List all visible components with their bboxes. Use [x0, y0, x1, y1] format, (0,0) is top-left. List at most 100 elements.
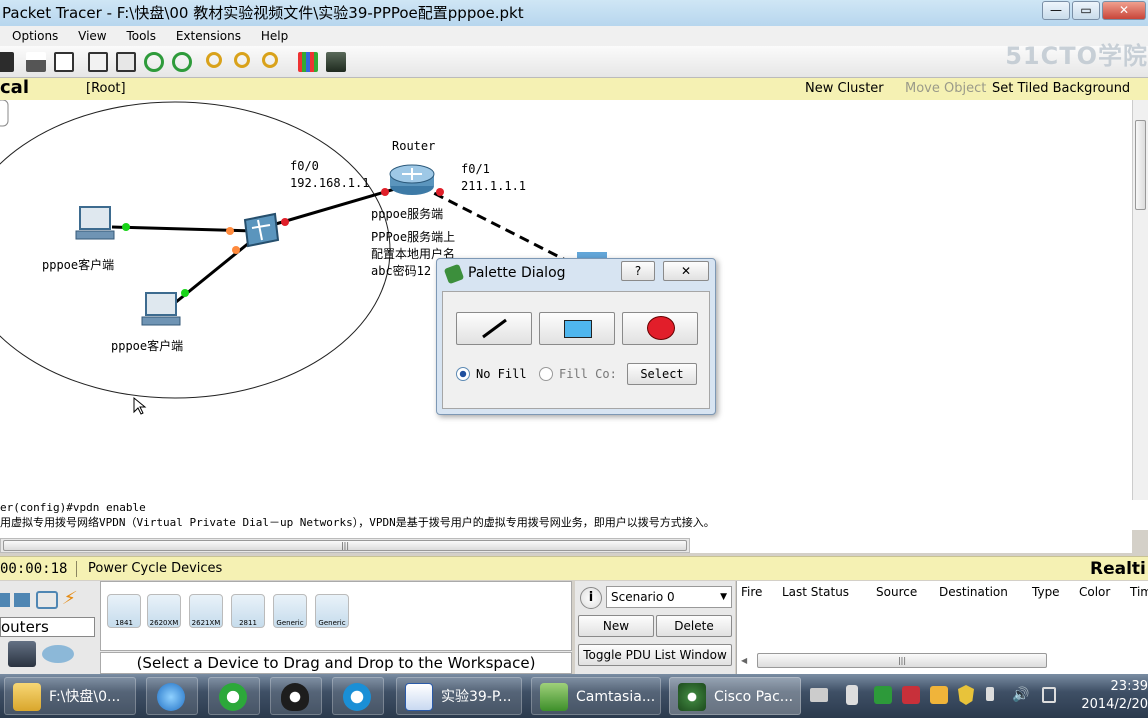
task-packet-tracer[interactable]: Cisco Pac... — [669, 677, 801, 715]
delete-scenario-button[interactable]: Delete — [656, 615, 732, 637]
volume-icon[interactable]: 🔊 — [1012, 687, 1030, 703]
device-model-generic-2[interactable]: Generic — [315, 594, 349, 628]
drawn-ellipse[interactable] — [0, 101, 391, 399]
task-app-5[interactable] — [332, 677, 384, 715]
router-category-icon[interactable] — [0, 593, 10, 607]
scroll-left-icon[interactable]: ◀ — [741, 653, 753, 668]
no-fill-radio[interactable] — [456, 367, 470, 381]
pc2-label: pppoe客户端 — [111, 339, 184, 353]
scenario-select[interactable]: Scenario 0 ▼ — [606, 586, 732, 608]
wireless-category-icon[interactable] — [36, 591, 58, 609]
menu-extensions[interactable]: Extensions — [176, 29, 241, 43]
red-tray-icon[interactable] — [902, 686, 920, 704]
window-title: Packet Tracer - F:\快盘\00 教材实验视频文件\实验39-P… — [2, 4, 524, 22]
edit-icon[interactable] — [54, 52, 74, 72]
workspace-mode[interactable]: cal — [0, 78, 29, 98]
shield-icon[interactable] — [958, 685, 974, 705]
column-last-status[interactable]: Last Status — [782, 581, 849, 603]
switch-icon[interactable] — [243, 212, 280, 248]
column-source[interactable]: Source — [876, 581, 917, 603]
connections-category-icon[interactable]: ⚡ — [60, 588, 87, 609]
console-command-line: er(config)#vpdn enable — [0, 501, 146, 514]
copy-icon[interactable] — [88, 52, 108, 72]
menu-tools[interactable]: Tools — [126, 29, 156, 43]
device-model-1841[interactable]: 1841 — [107, 594, 141, 628]
select-color-button[interactable]: Select — [627, 363, 697, 385]
flag-icon[interactable] — [986, 687, 994, 701]
column-color[interactable]: Color — [1079, 581, 1110, 603]
minimize-button[interactable]: — — [1042, 1, 1070, 20]
scenario-info-icon[interactable]: i — [580, 587, 602, 609]
paste-icon[interactable] — [116, 52, 136, 72]
column-time[interactable]: Tim — [1130, 581, 1148, 603]
battery-icon[interactable] — [1042, 687, 1056, 703]
zoom-out-icon[interactable] — [262, 52, 278, 68]
power-cycle-devices-button[interactable]: Power Cycle Devices — [88, 557, 222, 581]
palette-icon[interactable] — [298, 52, 318, 72]
undo-icon[interactable] — [144, 52, 164, 72]
realtime-mode-tab[interactable]: Realti — [1090, 557, 1146, 581]
switch-category-icon[interactable] — [14, 593, 30, 607]
vertical-scroll-thumb[interactable] — [1135, 120, 1146, 210]
pdu-scenario-panel: i Scenario 0 ▼ New Delete Toggle PDU Lis… — [575, 581, 735, 674]
task-app-2[interactable] — [146, 677, 198, 715]
usb-icon[interactable] — [846, 685, 858, 705]
scenario-value: Scenario 0 — [611, 590, 675, 604]
pc1-icon[interactable] — [75, 206, 115, 240]
event-table-scrollbar[interactable]: ||| — [757, 653, 1047, 668]
wan-emulation-category-icon[interactable] — [42, 645, 74, 663]
router-icon[interactable] — [389, 164, 435, 195]
draw-ellipse-button[interactable] — [622, 312, 698, 345]
task-explorer[interactable]: F:\快盘\0... — [4, 677, 136, 715]
router-f01-ip: 211.1.1.1 — [461, 179, 527, 193]
toggle-pdu-list-button[interactable]: Toggle PDU List Window — [578, 644, 732, 666]
maximize-button[interactable]: ▭ — [1072, 1, 1100, 20]
zoom-reset-icon[interactable] — [234, 52, 250, 68]
column-destination[interactable]: Destination — [939, 581, 1008, 603]
workspace-vertical-scrollbar[interactable] — [1132, 100, 1148, 530]
close-button[interactable]: ✕ — [1102, 1, 1146, 20]
camtasia-icon — [540, 683, 568, 711]
print-icon[interactable] — [26, 52, 46, 72]
keyboard-icon[interactable] — [810, 688, 828, 702]
horizontal-scroll-thumb[interactable]: ||| — [3, 540, 687, 551]
menu-help[interactable]: Help — [261, 29, 288, 43]
menu-options[interactable]: Options — [12, 29, 58, 43]
column-type[interactable]: Type — [1032, 581, 1060, 603]
task-camtasia[interactable]: Camtasia... — [531, 677, 661, 715]
task-qq[interactable] — [270, 677, 322, 715]
folder-icon — [13, 683, 41, 711]
hscroll-filler — [690, 538, 1132, 553]
task-browser[interactable] — [208, 677, 260, 715]
workspace-bar: cal [Root] New Cluster Move Object Set T… — [0, 78, 1148, 100]
menu-view[interactable]: View — [78, 29, 106, 43]
orange-tray-icon[interactable] — [930, 686, 948, 704]
green-tray-icon[interactable] — [874, 686, 892, 704]
palette-help-button[interactable]: ? — [621, 261, 655, 281]
custom-device-icon[interactable] — [326, 52, 346, 72]
zoom-in-icon[interactable] — [206, 52, 222, 68]
column-fire[interactable]: Fire — [741, 581, 762, 603]
set-tiled-background-button[interactable]: Set Tiled Background — [992, 78, 1130, 100]
new-scenario-button[interactable]: New — [578, 615, 654, 637]
palette-close-button[interactable]: ✕ — [663, 261, 709, 281]
device-model-2620xm[interactable]: 2620XM — [147, 594, 181, 628]
root-breadcrumb[interactable]: [Root] — [86, 78, 126, 100]
save-icon[interactable] — [0, 52, 14, 72]
fill-color-label: Fill Co: — [559, 367, 617, 381]
move-object-button[interactable]: Move Object — [905, 78, 986, 100]
device-model-2621xm[interactable]: 2621XM — [189, 594, 223, 628]
taskbar-clock[interactable]: 23:39 2014/2/20 — [1072, 678, 1148, 714]
device-model-2811[interactable]: 2811 — [231, 594, 265, 628]
pc2-icon[interactable] — [141, 292, 181, 326]
horizontal-scrollbar[interactable]: ||| — [0, 538, 690, 553]
fill-color-radio[interactable] — [539, 367, 553, 381]
new-cluster-button[interactable]: New Cluster — [805, 78, 884, 100]
end-devices-category-icon[interactable] — [8, 641, 36, 667]
draw-line-button[interactable] — [456, 312, 532, 345]
device-model-generic-1[interactable]: Generic — [273, 594, 307, 628]
task-word[interactable]: 实验39-P... — [396, 677, 522, 715]
draw-rectangle-button[interactable] — [539, 312, 615, 345]
palette-dialog-title: Palette Dialog — [468, 265, 566, 281]
redo-icon[interactable] — [172, 52, 192, 72]
